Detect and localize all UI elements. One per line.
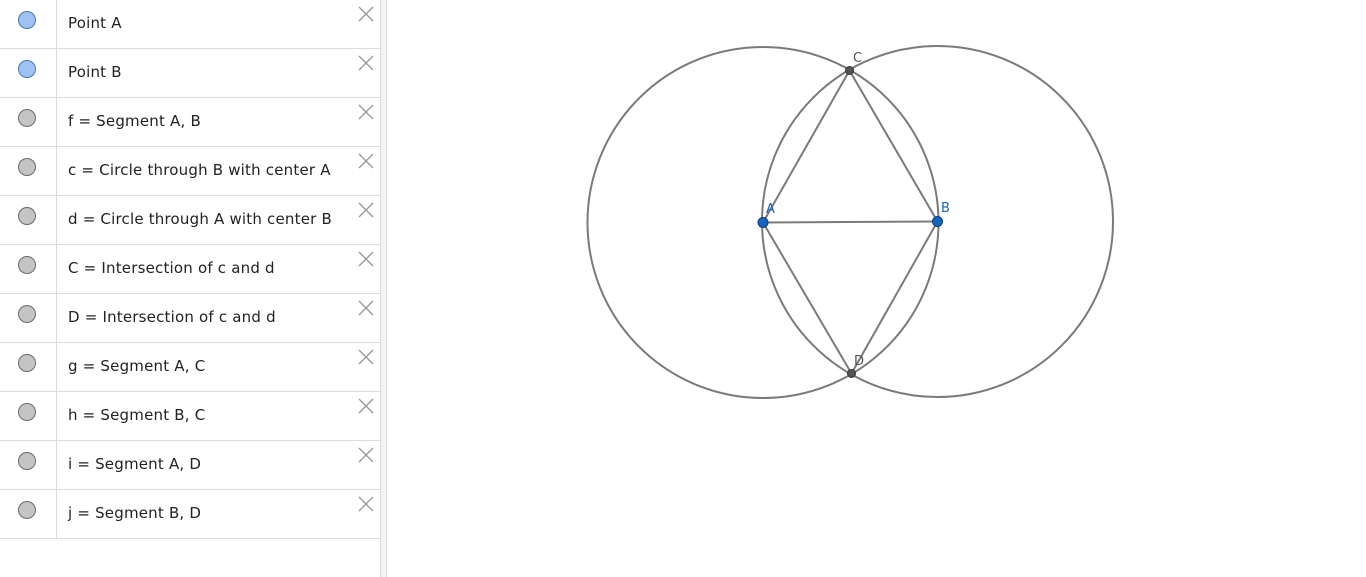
close-icon[interactable] bbox=[357, 152, 375, 170]
algebra-row-point-a[interactable]: Point A bbox=[0, 0, 380, 49]
visibility-toggle[interactable] bbox=[18, 403, 36, 421]
visibility-toggle[interactable] bbox=[18, 354, 36, 372]
graphics-view[interactable]: A B C D bbox=[387, 0, 1366, 577]
point-b[interactable] bbox=[932, 216, 943, 227]
geometry-canvas[interactable]: A B C D bbox=[387, 0, 1366, 577]
algebra-row-segment-i[interactable]: i = Segment A, D bbox=[0, 441, 380, 490]
segment-h[interactable] bbox=[848, 69, 939, 223]
close-icon[interactable] bbox=[357, 299, 375, 317]
algebra-row-segment-h[interactable]: h = Segment B, C bbox=[0, 392, 380, 441]
visibility-cell bbox=[0, 196, 57, 244]
visibility-toggle[interactable] bbox=[18, 109, 36, 127]
close-icon[interactable] bbox=[357, 54, 375, 72]
point-c[interactable] bbox=[845, 66, 854, 75]
algebra-row-text[interactable]: j = Segment B, D bbox=[68, 504, 201, 522]
visibility-cell bbox=[0, 441, 57, 489]
visibility-cell bbox=[0, 294, 57, 342]
close-icon[interactable] bbox=[357, 397, 375, 415]
close-icon[interactable] bbox=[357, 201, 375, 219]
algebra-row-segment-g[interactable]: g = Segment A, C bbox=[0, 343, 380, 392]
point-d[interactable] bbox=[847, 369, 856, 378]
algebra-row-text[interactable]: Point A bbox=[68, 14, 122, 32]
view-splitter[interactable] bbox=[380, 0, 387, 577]
visibility-toggle[interactable] bbox=[18, 452, 36, 470]
label-b: B bbox=[941, 201, 950, 216]
close-icon[interactable] bbox=[357, 348, 375, 366]
algebra-row-text[interactable]: i = Segment A, D bbox=[68, 455, 201, 473]
segment-f[interactable] bbox=[762, 220, 938, 224]
close-icon[interactable] bbox=[357, 446, 375, 464]
visibility-cell bbox=[0, 245, 57, 293]
point-a[interactable] bbox=[757, 217, 769, 228]
segment-j[interactable] bbox=[850, 221, 939, 374]
close-icon[interactable] bbox=[357, 495, 375, 513]
algebra-row-circle-d[interactable]: d = Circle through A with center B bbox=[0, 196, 380, 245]
close-icon[interactable] bbox=[357, 250, 375, 268]
visibility-cell bbox=[0, 490, 57, 538]
label-a: A bbox=[766, 202, 775, 217]
geogebra-app: Point A Point B f = Segment A, B c = Cir… bbox=[0, 0, 1366, 577]
algebra-row-segment-f[interactable]: f = Segment A, B bbox=[0, 98, 380, 147]
algebra-row-text[interactable]: c = Circle through B with center A bbox=[68, 161, 331, 179]
visibility-toggle[interactable] bbox=[18, 158, 36, 176]
visibility-toggle[interactable] bbox=[18, 60, 36, 78]
visibility-cell bbox=[0, 147, 57, 195]
algebra-row-text[interactable]: d = Circle through A with center B bbox=[68, 210, 332, 228]
visibility-toggle[interactable] bbox=[18, 207, 36, 225]
visibility-cell bbox=[0, 343, 57, 391]
visibility-cell bbox=[0, 392, 57, 440]
algebra-row-text[interactable]: f = Segment A, B bbox=[68, 112, 201, 130]
close-icon[interactable] bbox=[357, 103, 375, 121]
visibility-cell bbox=[0, 49, 57, 97]
algebra-row-text[interactable]: D = Intersection of c and d bbox=[68, 308, 276, 326]
algebra-view: Point A Point B f = Segment A, B c = Cir… bbox=[0, 0, 380, 577]
visibility-cell bbox=[0, 98, 57, 146]
algebra-row-circle-c[interactable]: c = Circle through B with center A bbox=[0, 147, 380, 196]
algebra-row-point-d[interactable]: D = Intersection of c and d bbox=[0, 294, 380, 343]
close-icon[interactable] bbox=[357, 5, 375, 23]
visibility-toggle[interactable] bbox=[18, 305, 36, 323]
label-d: D bbox=[854, 354, 864, 369]
label-c: C bbox=[853, 51, 862, 66]
algebra-row-text[interactable]: h = Segment B, C bbox=[68, 406, 205, 424]
segment-g[interactable] bbox=[762, 70, 851, 223]
algebra-row-point-b[interactable]: Point B bbox=[0, 49, 380, 98]
segment-i[interactable] bbox=[762, 221, 853, 375]
algebra-row-text[interactable]: Point B bbox=[68, 63, 122, 81]
visibility-toggle[interactable] bbox=[18, 11, 36, 29]
visibility-cell bbox=[0, 0, 57, 48]
algebra-row-point-c[interactable]: C = Intersection of c and d bbox=[0, 245, 380, 294]
visibility-toggle[interactable] bbox=[18, 256, 36, 274]
algebra-row-text[interactable]: C = Intersection of c and d bbox=[68, 259, 275, 277]
algebra-row-text[interactable]: g = Segment A, C bbox=[68, 357, 205, 375]
visibility-toggle[interactable] bbox=[18, 501, 36, 519]
algebra-row-segment-j[interactable]: j = Segment B, D bbox=[0, 490, 380, 539]
